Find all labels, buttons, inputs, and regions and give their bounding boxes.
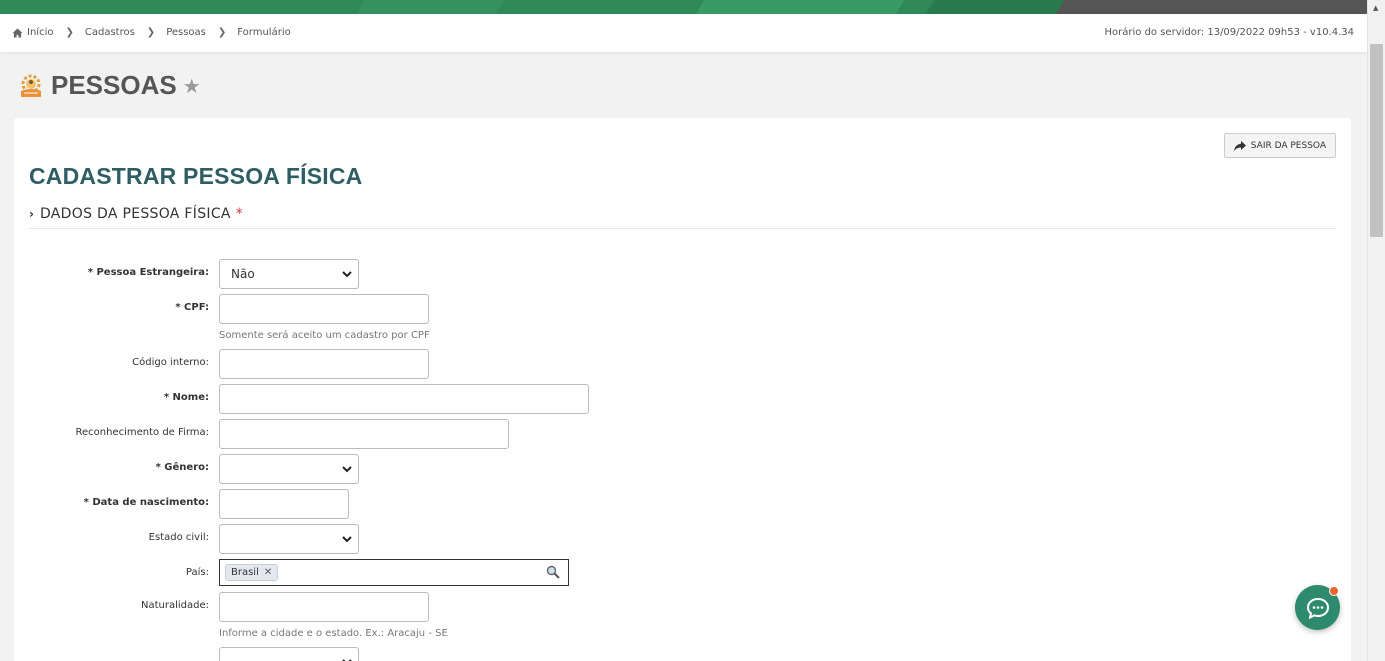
remove-tag-icon[interactable]: ✕ <box>264 567 272 578</box>
chevron-down-icon <box>342 535 352 542</box>
accent-stripe <box>695 0 905 14</box>
accent-stripe <box>1055 0 1367 14</box>
breadcrumb-bar: Início ❯ Cadastros ❯ Pessoas ❯ Formulári… <box>0 14 1367 52</box>
foreign-person-select[interactable]: Não <box>219 259 359 289</box>
country-tag: Brasil ✕ <box>225 564 279 581</box>
section-title: DADOS DA PESSOA FÍSICA <box>39 206 231 222</box>
foreign-person-value: Não <box>231 267 255 281</box>
birthplace-hint: Informe a cidade e o estado. Ex.: Aracaj… <box>219 628 448 639</box>
birthplace-input[interactable] <box>219 592 429 622</box>
signature-recognition-label: Reconhecimento de Firma: <box>75 427 209 438</box>
name-input[interactable] <box>219 384 589 414</box>
next-field-select[interactable] <box>219 647 359 661</box>
chevron-down-icon <box>342 270 352 277</box>
scroll-thumb[interactable] <box>1370 44 1383 237</box>
foreign-person-label: * Pessoa Estrangeira: <box>87 267 209 278</box>
page-header: PESSOAS ★ <box>18 70 201 101</box>
scrollbar[interactable]: ▲ <box>1367 0 1385 661</box>
chevron-right-icon: ❯ <box>146 27 156 38</box>
chat-button[interactable] <box>1295 585 1340 630</box>
country-tag-label: Brasil <box>231 567 259 578</box>
cpf-label: * CPF: <box>175 302 209 313</box>
accent-stripe <box>355 0 505 14</box>
accent-stripe <box>925 0 1075 14</box>
required-marker: * <box>235 206 243 222</box>
star-icon[interactable]: ★ <box>183 76 201 96</box>
birth-date-input[interactable] <box>219 489 349 519</box>
top-accent-bar <box>0 0 1367 14</box>
exit-person-button[interactable]: SAIR DA PESSOA <box>1223 133 1336 158</box>
name-label: * Nome: <box>163 392 209 403</box>
breadcrumb-item-inicio[interactable]: Início <box>12 27 53 38</box>
breadcrumb-label: Início <box>27 27 54 38</box>
breadcrumb-item-pessoas[interactable]: Pessoas <box>166 27 206 38</box>
search-icon[interactable] <box>546 565 560 579</box>
gender-select[interactable] <box>219 454 359 484</box>
page-title: PESSOAS <box>51 70 177 100</box>
notification-dot <box>1329 586 1339 596</box>
cpf-hint: Somente será aceito um cadastro por CPF <box>219 330 430 341</box>
people-gear-icon <box>21 74 41 97</box>
internal-code-label: Código interno: <box>132 357 209 368</box>
server-time: Horário do servidor: 13/09/2022 09h53 - … <box>1104 27 1354 38</box>
signature-recognition-input[interactable] <box>219 419 509 449</box>
chevron-down-icon <box>342 465 352 472</box>
exit-person-label: SAIR DA PESSOA <box>1250 140 1326 151</box>
birth-date-label: * Data de nascimento: <box>83 497 209 508</box>
form-title: CADASTRAR PESSOA FÍSICA <box>29 163 363 189</box>
birthplace-label: Naturalidade: <box>140 600 209 611</box>
cpf-input[interactable] <box>219 294 429 324</box>
breadcrumb-item-formulario: Formulário <box>237 27 291 38</box>
breadcrumb-item-cadastros[interactable]: Cadastros <box>85 27 135 38</box>
country-select[interactable]: Brasil ✕ <box>219 559 569 586</box>
section-header[interactable]: › DADOS DA PESSOA FÍSICA * <box>29 206 1336 229</box>
marital-status-label: Estado civil: <box>148 532 209 543</box>
scroll-up-icon[interactable]: ▲ <box>1373 4 1378 12</box>
chevron-right-icon: ❯ <box>65 27 74 38</box>
gender-label: * Gênero: <box>155 462 209 473</box>
form-card: SAIR DA PESSOA CADASTRAR PESSOA FÍSICA ›… <box>14 118 1351 661</box>
home-icon <box>12 27 23 38</box>
chevron-right-icon: › <box>29 207 34 221</box>
chevron-right-icon: ❯ <box>217 27 227 38</box>
country-label: País: <box>185 567 209 578</box>
internal-code-input[interactable] <box>219 349 429 379</box>
marital-status-select[interactable] <box>219 524 359 554</box>
chat-icon <box>1306 597 1329 619</box>
breadcrumb: Início ❯ Cadastros ❯ Pessoas ❯ Formulári… <box>12 27 291 38</box>
share-arrow-icon <box>1233 140 1246 151</box>
